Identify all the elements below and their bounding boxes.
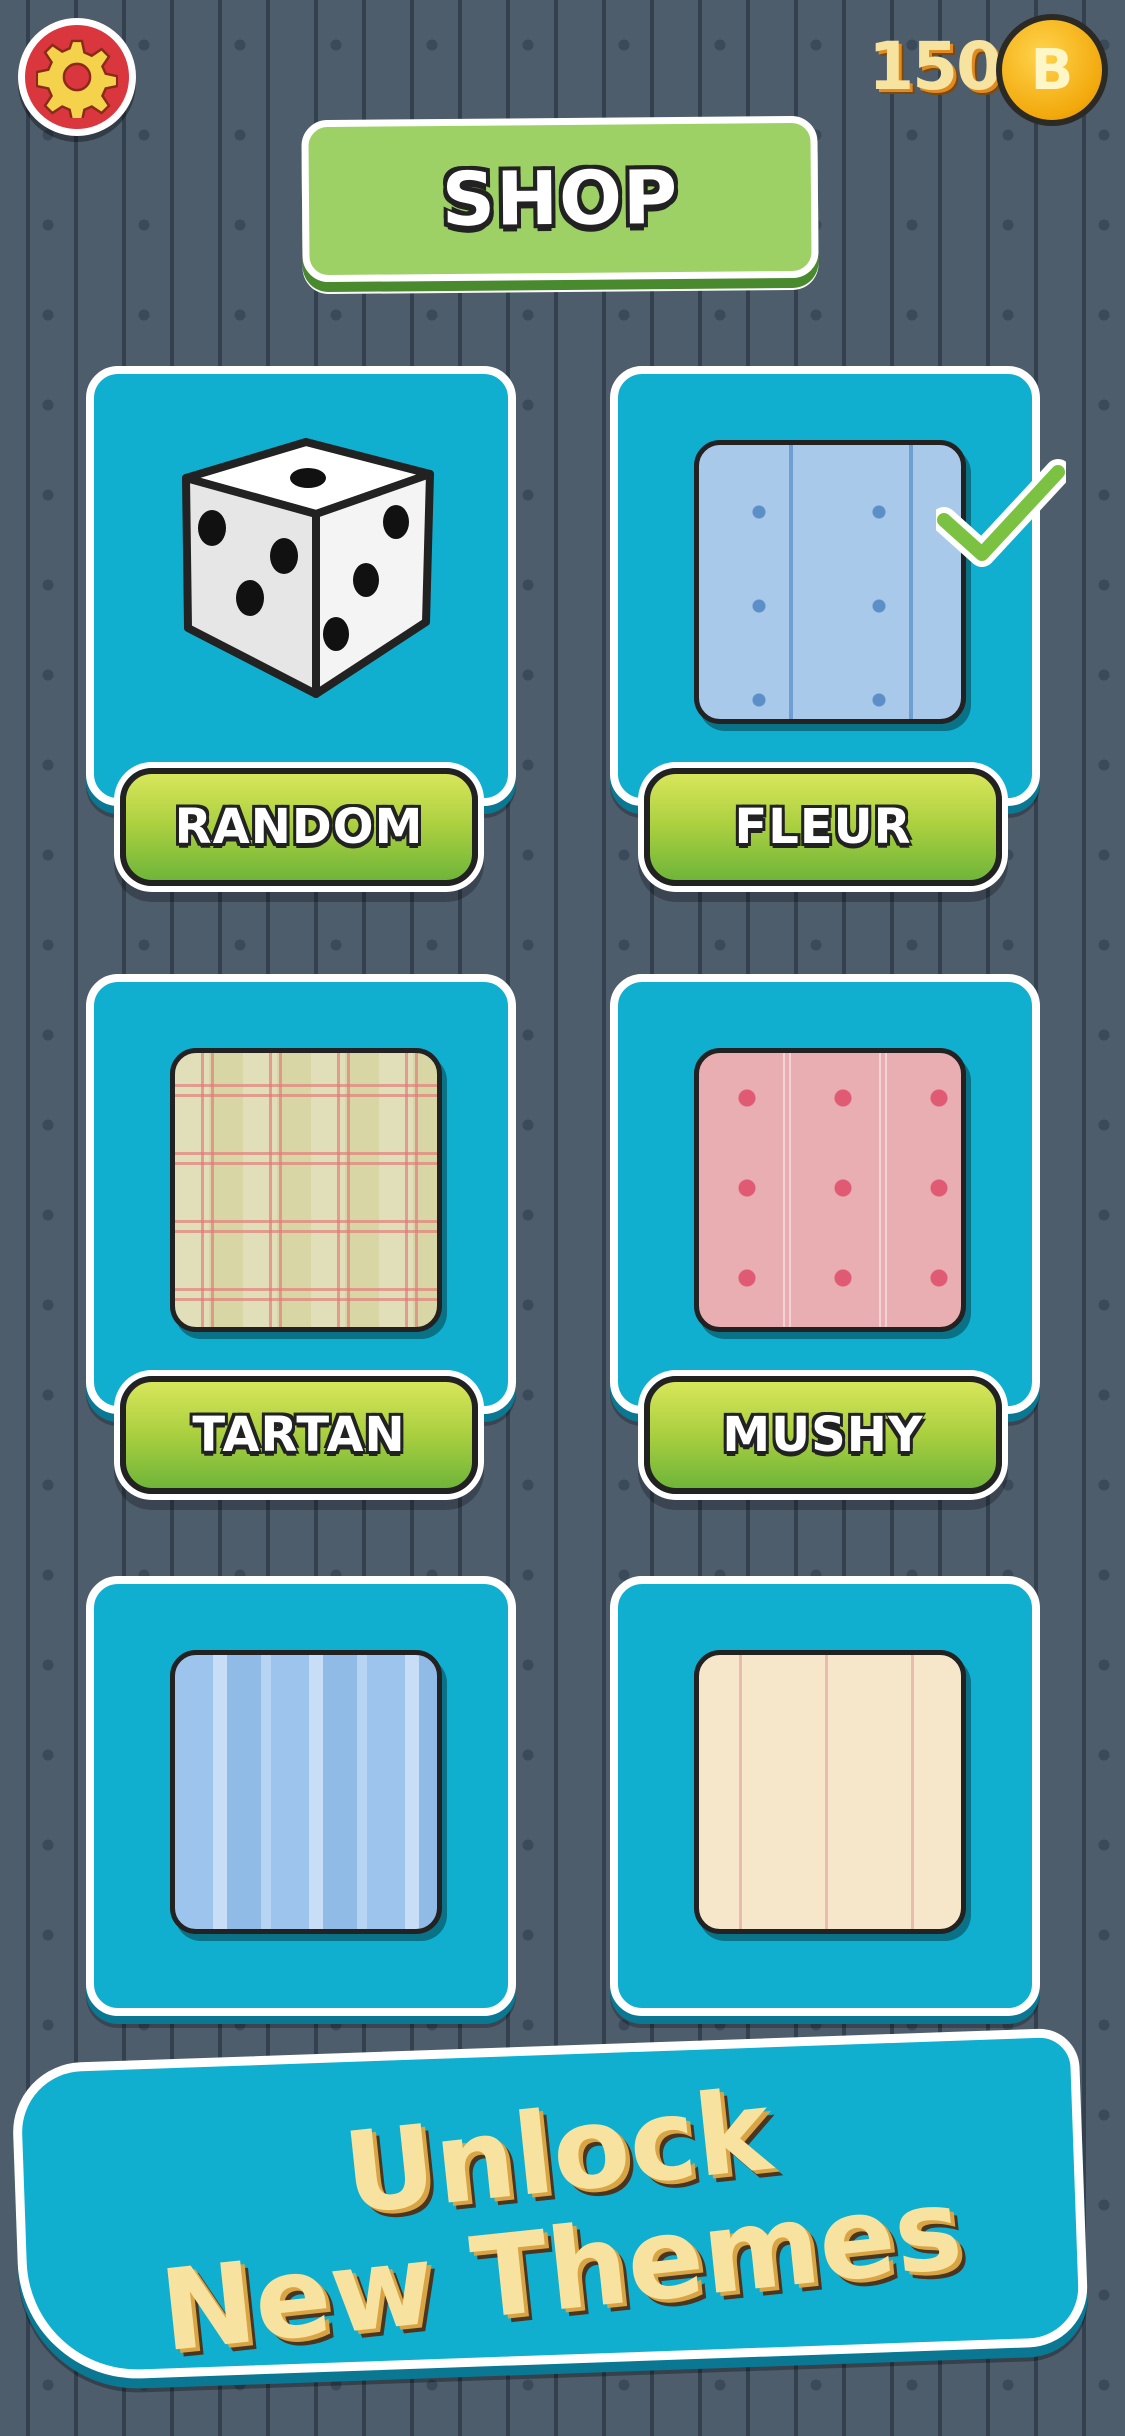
theme-label: MUSHY [722,1407,924,1463]
theme-button-mushy[interactable]: MUSHY [644,1376,1002,1494]
checkmark-icon [936,459,1066,567]
theme-label: RANDOM [174,799,424,855]
theme-card-stripes[interactable] [86,1576,516,2016]
theme-card-random[interactable]: RANDOM [86,366,516,886]
coin-icon: B [996,14,1108,126]
tartan-pattern-preview [170,1048,442,1332]
shop-title-plaque: SHOP [301,115,819,283]
heart-pattern-preview [694,1048,966,1332]
coin-symbol: B [1030,37,1074,103]
theme-card-fleur[interactable]: FLEUR [610,366,1066,886]
theme-card-tartan[interactable]: TARTAN [86,974,516,1494]
theme-card-mushy[interactable]: MUSHY [610,974,1040,1494]
dice-icon [182,438,434,698]
settings-button[interactable] [18,18,136,136]
chevron-pattern-preview [694,1650,966,1934]
blue-stripes-pattern-preview [170,1650,442,1934]
theme-label: TARTAN [192,1407,406,1463]
theme-button-random[interactable]: RANDOM [120,768,478,886]
coin-count: 150 [868,28,1002,105]
page-title: SHOP [441,154,679,244]
unlock-themes-banner[interactable]: Unlock New Themes [10,2027,1090,2383]
theme-label: FLEUR [734,799,912,855]
gear-icon [36,39,118,118]
theme-button-fleur[interactable]: FLEUR [644,768,1002,886]
fleur-pattern-preview [694,440,966,724]
theme-button-tartan[interactable]: TARTAN [120,1376,478,1494]
theme-card-chevron[interactable] [610,1576,1040,2016]
